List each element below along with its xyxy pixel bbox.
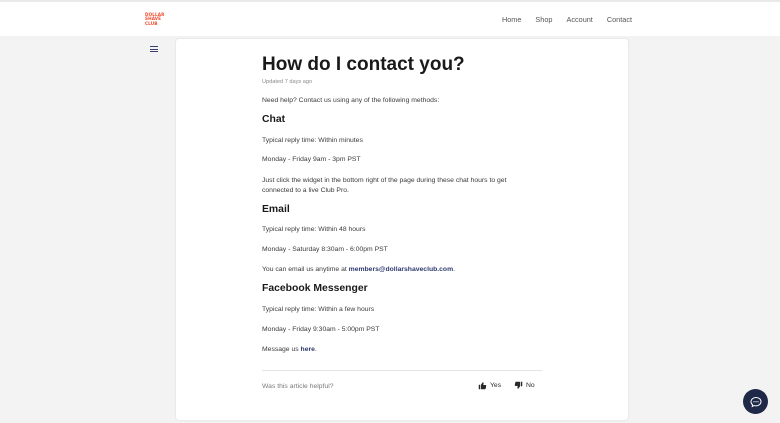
messenger-reply-time: Typical reply time: Within a few hours (262, 306, 375, 313)
messenger-heading: Facebook Messenger (262, 283, 368, 294)
email-detail-prefix: You can email us anytime at (262, 266, 349, 273)
messenger-hours: Monday - Friday 9:30am - 5:00pm PST (262, 326, 380, 333)
email-detail: You can email us anytime at members@doll… (262, 265, 532, 275)
vote-no-button[interactable]: No (514, 381, 535, 390)
chat-heading: Chat (262, 114, 286, 125)
chat-bubble-icon (749, 396, 762, 407)
chat-hours: Monday - Friday 9am - 3pm PST (262, 156, 361, 163)
list-icon[interactable] (150, 46, 158, 53)
vote-no-label: No (526, 382, 535, 389)
messenger-detail-prefix: Message us (262, 346, 301, 353)
logo-line: CLUB (145, 20, 158, 26)
email-heading: Email (262, 204, 290, 215)
vote-yes-label: Yes (490, 382, 502, 389)
chat-reply-time: Typical reply time: Within minutes (262, 137, 363, 144)
nav-link-account[interactable]: Account (566, 15, 592, 24)
brand-logo[interactable]: DOLLAR SHAVE CLUB (145, 12, 164, 26)
helpful-question: Was this article helpful? (262, 383, 334, 390)
thumbs-down-icon (514, 381, 523, 389)
email-link[interactable]: members@dollarshaveclub.com (349, 266, 453, 273)
email-detail-suffix: . (453, 266, 456, 273)
nav-link-home[interactable]: Home (502, 15, 521, 24)
chat-detail: Just click the widget in the bottom righ… (262, 177, 507, 194)
divider (262, 370, 542, 371)
vote-yes-button[interactable]: Yes (478, 381, 501, 390)
email-hours: Monday - Saturday 8:30am - 6:00pm PST (262, 246, 388, 253)
messenger-link[interactable]: here (301, 346, 315, 353)
messenger-detail: Message us here. (262, 345, 532, 355)
article-card: How do I contact you? Updated 7 days ago… (176, 39, 628, 420)
chat-launcher-button[interactable] (743, 389, 768, 414)
nav-link-contact[interactable]: Contact (607, 15, 632, 24)
messenger-detail-suffix: . (314, 346, 317, 353)
article-title: How do I contact you? (262, 54, 465, 75)
intro-text: Need help? Contact us using any of the f… (262, 97, 440, 104)
nav-link-shop[interactable]: Shop (535, 15, 552, 24)
updated-timestamp: Updated 7 days ago (262, 79, 313, 85)
thumbs-up-icon (478, 382, 487, 390)
main-nav: Home Shop Account Contact (502, 15, 632, 24)
top-navigation-bar: DOLLAR SHAVE CLUB Home Shop Account Cont… (0, 0, 780, 36)
email-reply-time: Typical reply time: Within 48 hours (262, 226, 366, 233)
